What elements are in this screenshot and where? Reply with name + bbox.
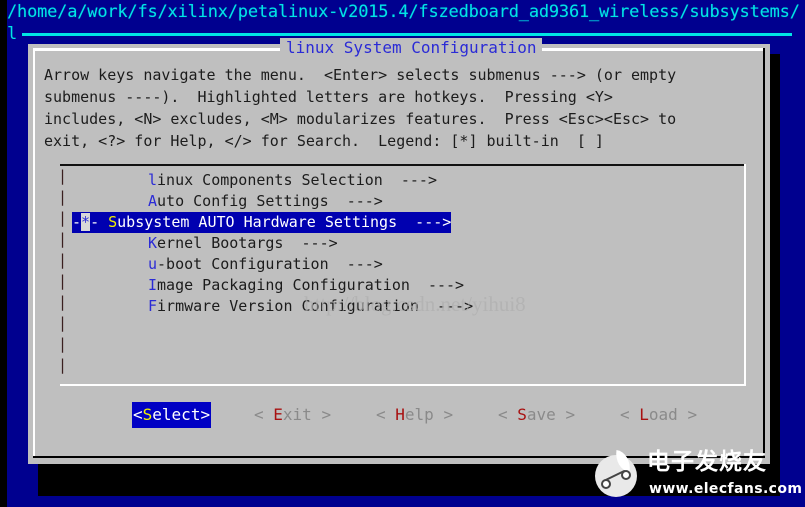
submenu-arrow-icon: ---> bbox=[415, 213, 452, 231]
dialog-help-text: Arrow keys navigate the menu. <Enter> se… bbox=[44, 66, 677, 150]
menu-item-hotkey: I bbox=[148, 276, 158, 294]
submenu-arrow-icon: ---> bbox=[346, 255, 383, 273]
menu-item-hotkey: K bbox=[148, 234, 158, 252]
menu-item[interactable]: Image Packaging Configuration ---> bbox=[72, 275, 742, 296]
dialog-left-border bbox=[33, 48, 35, 458]
dialog-title: linux System Configuration bbox=[280, 38, 543, 58]
button-hotkey: S bbox=[517, 405, 527, 424]
menu-item-label: irmware Version Configuration bbox=[157, 297, 437, 315]
menu-item-label: inux Components Selection bbox=[157, 171, 401, 189]
menu-item[interactable]: Auto Config Settings ---> bbox=[72, 191, 742, 212]
button-save[interactable]: < Save > bbox=[498, 402, 575, 428]
button-close-bracket: > bbox=[433, 405, 454, 424]
button-label: elp bbox=[404, 405, 434, 424]
menu-item[interactable]: Kernel Bootargs ---> bbox=[72, 233, 742, 254]
button-select[interactable]: <Select> bbox=[132, 402, 212, 428]
menu-item[interactable]: Firmware Version Configuration ---> bbox=[72, 296, 742, 317]
button-label: elect bbox=[152, 405, 201, 424]
menu-item-hotkey: l bbox=[148, 171, 158, 189]
menu-item-label: mage Packaging Configuration bbox=[157, 276, 428, 294]
button-close-bracket: > bbox=[200, 405, 211, 424]
menu-item-hotkey: u bbox=[148, 255, 158, 273]
menu-list-panel: | | | | | | | | | | linux Components Sel… bbox=[46, 164, 748, 386]
menu-item-hotkey: F bbox=[148, 297, 158, 315]
button-hotkey: E bbox=[273, 405, 283, 424]
button-close-bracket: > bbox=[555, 405, 576, 424]
menu-item-prefix-dash: - bbox=[72, 213, 82, 231]
button-exit[interactable]: < Exit > bbox=[254, 402, 331, 428]
button-hotkey: H bbox=[395, 405, 405, 424]
button-open-bracket: < bbox=[376, 405, 396, 424]
button-label: xit bbox=[282, 405, 312, 424]
button-help[interactable]: < Help > bbox=[376, 402, 453, 428]
config-dialog: linux System Configuration Arrow keys na… bbox=[28, 38, 770, 464]
dialog-bottom-border bbox=[33, 456, 765, 458]
menu-item[interactable]: -*- Subsystem AUTO Hardware Settings ---… bbox=[72, 212, 742, 233]
menu-item[interactable]: linux Components Selection ---> bbox=[72, 170, 742, 191]
menu-panel-top-border bbox=[60, 164, 746, 166]
submenu-arrow-icon: ---> bbox=[301, 234, 338, 252]
button-load[interactable]: < Load > bbox=[620, 402, 697, 428]
terminal-rule bbox=[22, 33, 792, 36]
menu-item-label: uto Config Settings bbox=[157, 192, 347, 210]
menu-item-label: -boot Configuration bbox=[157, 255, 347, 273]
terminal-screen: /home/a/work/fs/xilinx/petalinux-v2015.4… bbox=[0, 0, 805, 507]
menu-item-label: ernel Bootargs bbox=[157, 234, 302, 252]
dialog-button-bar: <Select> < Exit > < Help > < Save > < Load > bbox=[46, 402, 748, 432]
submenu-arrow-icon: ---> bbox=[400, 171, 437, 189]
menu-panel-bottom-border bbox=[60, 384, 746, 386]
menu-item-hotkey: S bbox=[108, 213, 118, 231]
menu-panel-right-border bbox=[744, 164, 746, 386]
menu-item-label: ubsystem AUTO Hardware Settings bbox=[117, 213, 416, 231]
dialog-bottom-shadow bbox=[38, 474, 780, 496]
menu-item[interactable]: u-boot Configuration ---> bbox=[72, 254, 742, 275]
terminal-prompt-char: l bbox=[7, 24, 18, 44]
dialog-right-border bbox=[763, 48, 765, 458]
submenu-arrow-icon: ---> bbox=[427, 276, 465, 294]
terminal-left-margin bbox=[0, 0, 7, 507]
button-open-bracket: < bbox=[620, 405, 640, 424]
button-open-bracket: < bbox=[133, 405, 143, 424]
button-label: ave bbox=[526, 405, 556, 424]
submenu-arrow-icon: ---> bbox=[346, 192, 383, 210]
button-close-bracket: > bbox=[677, 405, 698, 424]
terminal-path-line: /home/a/work/fs/xilinx/petalinux-v2015.4… bbox=[7, 2, 800, 22]
button-hotkey: L bbox=[639, 405, 649, 424]
button-close-bracket: > bbox=[311, 405, 332, 424]
submenu-arrow-icon: ---> bbox=[437, 297, 474, 315]
menu-item-hotkey: A bbox=[148, 192, 158, 210]
menu-item-prefix-dash: - bbox=[90, 213, 109, 231]
builtin-star-icon: * bbox=[81, 213, 91, 231]
menu-item-selected-highlight: -*- Subsystem AUTO Hardware Settings ---… bbox=[72, 212, 452, 233]
button-hotkey: S bbox=[142, 405, 153, 424]
button-label: oad bbox=[648, 405, 678, 424]
menu-panel-left-border: | | | | | | | | | | bbox=[58, 167, 68, 374]
button-open-bracket: < bbox=[254, 405, 274, 424]
menu-items: linux Components Selection ---> Auto Conf… bbox=[72, 170, 742, 317]
button-open-bracket: < bbox=[498, 405, 518, 424]
